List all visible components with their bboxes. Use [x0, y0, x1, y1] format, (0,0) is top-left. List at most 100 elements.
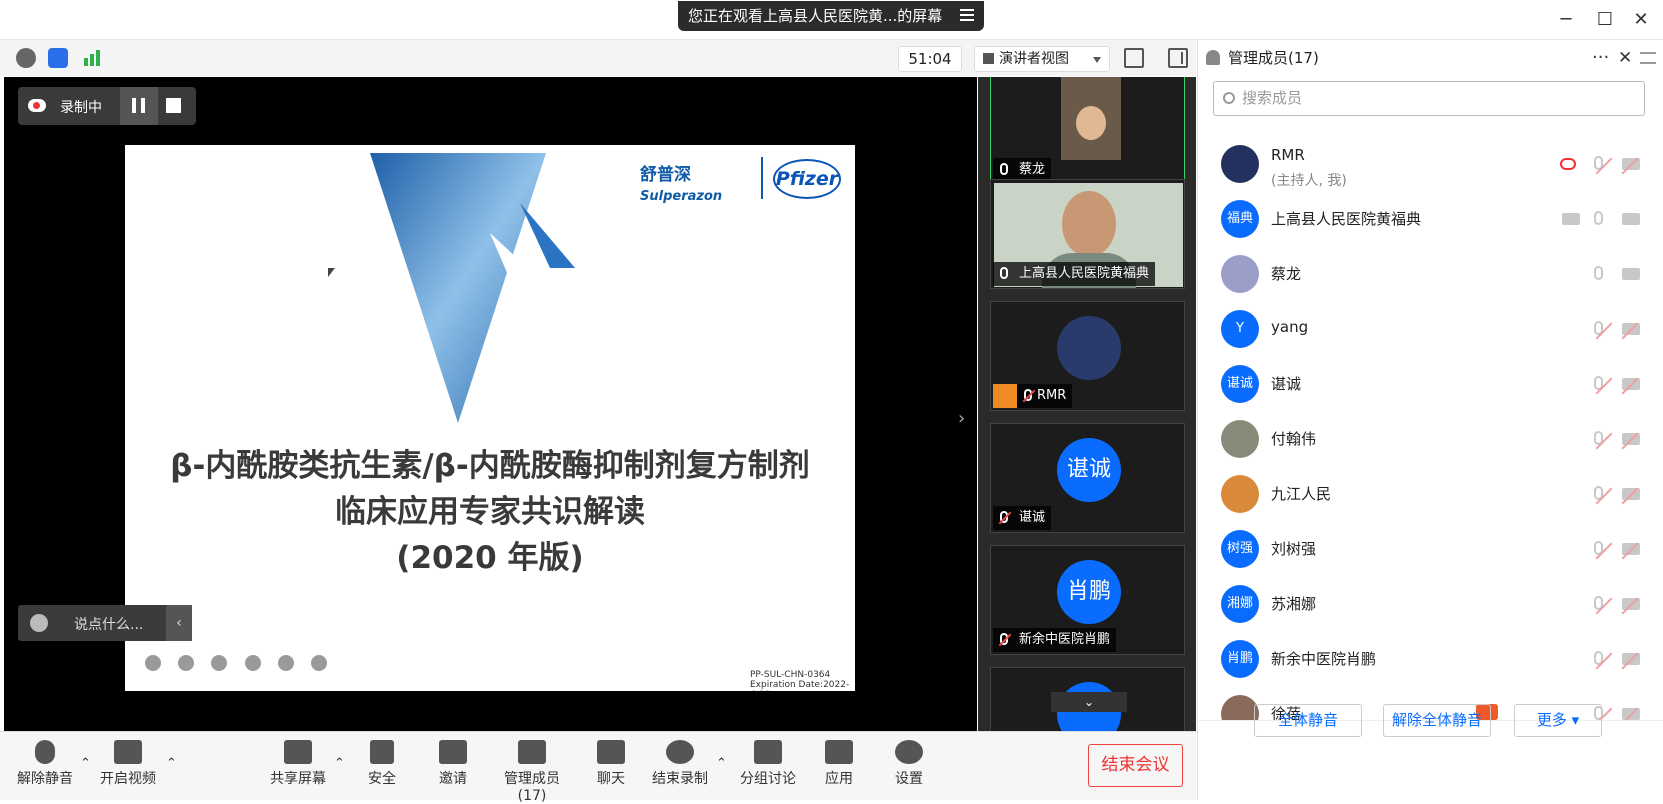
avatar: 福典 — [1221, 200, 1259, 238]
recording-bar: 录制中 — [18, 87, 196, 125]
fullscreen-icon[interactable] — [1124, 48, 1144, 68]
breakout-icon — [754, 740, 782, 764]
more-icon[interactable]: ··· — [1592, 40, 1609, 76]
shield-icon[interactable] — [48, 48, 68, 68]
participant-video — [1061, 77, 1121, 160]
chevron-up-icon[interactable]: ⌃ — [80, 756, 91, 771]
apps-button[interactable]: 应用 — [822, 740, 856, 788]
view-mode-label: 演讲者视图 — [999, 51, 1069, 67]
manage-members-button[interactable]: 管理成员(17) — [492, 740, 572, 804]
invite-button[interactable]: 邀请 — [436, 740, 470, 788]
video-tile[interactable]: 上高县人民医院黄福典 — [990, 179, 1185, 289]
mic-icon[interactable] — [1594, 266, 1603, 280]
chevron-up-icon[interactable]: ⌃ — [166, 756, 177, 771]
next-slide-icon[interactable] — [178, 655, 194, 671]
tile-name: 谌诚 — [993, 506, 1052, 530]
view-mode-select[interactable]: 演讲者视图 — [974, 46, 1110, 72]
pen-icon[interactable] — [211, 655, 227, 671]
mic-off-icon[interactable] — [1594, 651, 1603, 665]
camera-icon[interactable] — [1622, 268, 1640, 280]
camera-icon[interactable] — [1622, 213, 1640, 225]
chat-input-bar[interactable]: 说点什么... ‹ — [18, 605, 192, 641]
stop-recording-button[interactable]: 结束录制 — [650, 740, 710, 788]
menu-icon[interactable] — [1640, 52, 1656, 64]
minimize-icon[interactable]: ─ — [1554, 8, 1578, 32]
video-tile[interactable]: 蔡龙 — [990, 77, 1185, 185]
unmute-button[interactable]: 解除静音 — [12, 740, 78, 788]
member-row[interactable]: 付翰伟 — [1198, 411, 1663, 466]
signal-icon[interactable] — [84, 50, 102, 66]
mic-off-icon[interactable] — [1594, 541, 1603, 555]
member-row[interactable]: Y yang — [1198, 301, 1663, 356]
share-screen-button[interactable]: 共享屏幕 — [268, 740, 328, 788]
slide-title: β-内酰胺类抗生素/β-内酰胺酶抑制剂复方制剂 临床应用专家共识解读 (2020… — [170, 448, 810, 576]
camera-off-icon[interactable] — [1622, 433, 1640, 445]
maximize-icon[interactable]: ☐ — [1593, 8, 1617, 32]
prev-slide-icon[interactable] — [145, 655, 161, 671]
mic-off-icon[interactable] — [1594, 321, 1603, 335]
video-tile[interactable]: 肖鹏 新余中医院肖鹏 — [990, 545, 1185, 655]
member-row[interactable]: 谌诚 谌诚 — [1198, 356, 1663, 411]
mic-off-icon[interactable] — [1594, 486, 1603, 500]
member-row[interactable]: 九江人民 — [1198, 466, 1663, 521]
close-panel-icon[interactable]: ✕ — [1618, 40, 1632, 76]
chat-input[interactable]: 说点什么... — [74, 614, 143, 634]
video-tile[interactable]: ⌄ — [990, 667, 1185, 731]
camera-off-icon — [114, 740, 142, 764]
member-row[interactable]: 蔡龙 — [1198, 246, 1663, 301]
sharing-banner[interactable]: 您正在观看上高县人民医院黄...的屏幕 — [678, 1, 984, 31]
avatar — [1057, 316, 1121, 380]
member-row[interactable]: 福典 上高县人民医院黄福典 — [1198, 191, 1663, 246]
camera-icon[interactable] — [278, 655, 294, 671]
camera-off-icon[interactable] — [1622, 543, 1640, 555]
pause-record-button[interactable] — [120, 87, 158, 125]
camera-off-icon[interactable] — [1622, 158, 1640, 170]
chevron-down-icon[interactable]: ⌄ — [1051, 692, 1127, 712]
member-row[interactable]: 树强 刘树强 — [1198, 521, 1663, 576]
settings-button[interactable]: 设置 — [892, 740, 926, 788]
mute-all-button[interactable]: 全体静音 — [1254, 704, 1362, 737]
start-video-button[interactable]: 开启视频 — [98, 740, 158, 788]
more-button[interactable]: 更多 ▾ — [1514, 704, 1602, 737]
mic-off-icon[interactable] — [1594, 376, 1603, 390]
member-row[interactable]: RMR (主持人, 我) — [1198, 136, 1663, 191]
stop-record-button[interactable] — [166, 98, 181, 113]
camera-off-icon[interactable] — [1622, 598, 1640, 610]
video-tile[interactable]: RMR — [990, 301, 1185, 411]
end-meeting-button[interactable]: 结束会议 — [1088, 744, 1183, 787]
tile-name: 新余中医院肖鹏 — [993, 628, 1117, 652]
collapse-chat-icon[interactable]: ‹ — [166, 605, 192, 641]
info-icon[interactable] — [16, 48, 36, 68]
camera-off-icon[interactable] — [1622, 488, 1640, 500]
sidebar-toggle-icon[interactable] — [1168, 48, 1188, 68]
slide-code: PP-SUL-CHN-0364 Expiration Date:2022-4-1… — [750, 670, 850, 691]
member-row[interactable]: 肖鹏 新余中医院肖鹏 — [1198, 631, 1663, 686]
screenshot-icon[interactable] — [245, 655, 261, 671]
security-button[interactable]: 安全 — [362, 740, 402, 788]
mic-off-icon[interactable] — [1594, 156, 1603, 170]
close-icon[interactable]: ✕ — [1629, 8, 1653, 32]
sulperazon-logo: 舒普深 Sulperazon — [640, 165, 723, 204]
video-tile[interactable]: 谌诚 谌诚 — [990, 423, 1185, 533]
mic-icon[interactable] — [1594, 211, 1603, 225]
menu-icon[interactable] — [960, 9, 974, 21]
more-icon[interactable] — [311, 655, 327, 671]
chevron-up-icon[interactable]: ⌃ — [334, 756, 345, 771]
shield-icon — [370, 740, 394, 764]
cloud-icon — [28, 99, 46, 112]
chat-button[interactable]: 聊天 — [594, 740, 628, 788]
speaker-view-icon — [983, 53, 994, 64]
camera-off-icon[interactable] — [1622, 653, 1640, 665]
camera-off-icon[interactable] — [1622, 708, 1640, 720]
chevron-up-icon[interactable]: ⌃ — [716, 756, 727, 771]
member-row[interactable]: 湘娜 苏湘娜 — [1198, 576, 1663, 631]
camera-off-icon[interactable] — [1622, 323, 1640, 335]
mic-off-icon[interactable] — [1594, 596, 1603, 610]
emoji-icon[interactable] — [30, 614, 48, 632]
breakout-button[interactable]: 分组讨论 — [738, 740, 798, 788]
camera-off-icon[interactable] — [1622, 378, 1640, 390]
mic-off-icon[interactable] — [1594, 431, 1603, 445]
unmute-all-button[interactable]: 解除全体静音 — [1383, 704, 1491, 737]
collapse-gallery-icon[interactable]: › — [958, 408, 965, 429]
search-members-input[interactable]: 搜索成员 — [1213, 81, 1645, 116]
